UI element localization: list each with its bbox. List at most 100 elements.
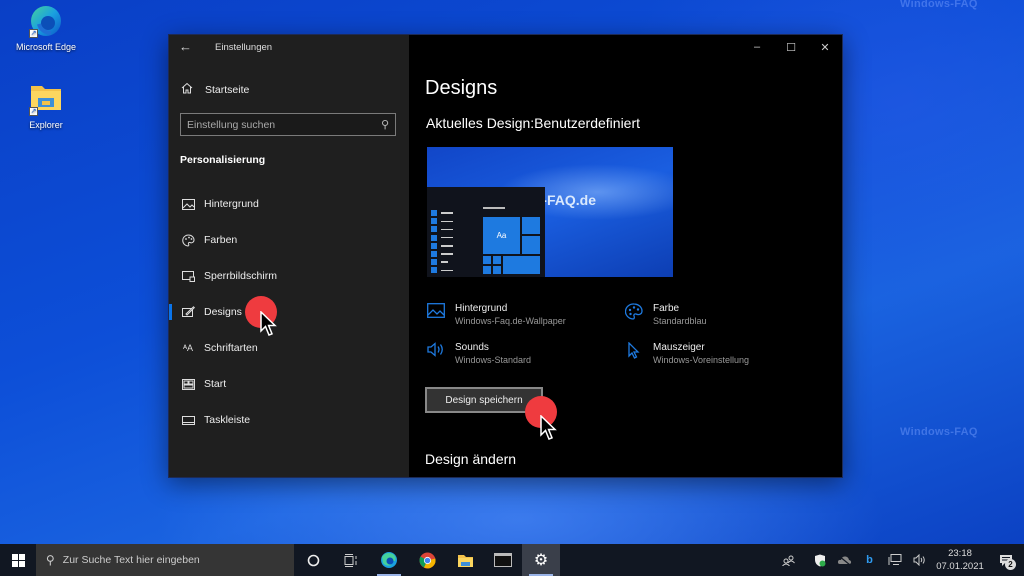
speaker-icon xyxy=(427,342,447,365)
sidebar-item-designs[interactable]: Designs xyxy=(169,294,409,330)
app-title: Einstellungen xyxy=(215,42,273,53)
sidebar-item-home[interactable]: Startseite xyxy=(181,82,249,97)
mouse-cursor-icon xyxy=(260,311,277,336)
start-icon xyxy=(181,378,195,390)
taskbar-app-settings[interactable]: ⚙ xyxy=(522,544,560,576)
preview-tile-large: Aa xyxy=(483,217,520,254)
sidebar: ← Einstellungen Startseite Einstellung s… xyxy=(169,35,409,477)
preview-tile xyxy=(493,256,501,264)
search-icon: ⚲ xyxy=(46,553,55,567)
task-view-button[interactable] xyxy=(332,544,370,576)
sidebar-item-schriftarten[interactable]: ᴬA Schriftarten xyxy=(169,330,409,366)
cortana-icon xyxy=(307,554,319,566)
taskbar-app-terminal[interactable] xyxy=(484,544,522,576)
taskbar-app-chrome[interactable] xyxy=(408,544,446,576)
watermark: Windows-FAQ xyxy=(900,426,978,438)
change-design-heading: Design ändern xyxy=(425,451,517,467)
onedrive-icon[interactable] xyxy=(832,555,857,565)
close-button[interactable]: ✕ xyxy=(808,35,842,59)
taskbar-app-explorer[interactable] xyxy=(446,544,484,576)
maximize-button[interactable]: ☐ xyxy=(774,35,808,59)
preview-tile xyxy=(493,266,501,274)
taskbar-icon xyxy=(181,414,195,426)
property-title: Sounds xyxy=(455,342,489,353)
terminal-icon xyxy=(494,553,512,567)
section-heading: Personalisierung xyxy=(180,154,266,166)
people-icon[interactable] xyxy=(776,555,801,566)
theme-preview: Windows-FAQ.de Aa xyxy=(427,147,673,277)
sidebar-item-label: Start xyxy=(204,378,227,390)
sidebar-item-label: Farben xyxy=(204,234,238,246)
property-farbe[interactable]: Farbe Standardblau xyxy=(624,303,707,326)
taskbar: ⚲ Zur Suche Text hier eingeben ⚙ b 23:18… xyxy=(0,544,1024,576)
property-mauszeiger[interactable]: Mauszeiger Windows-Voreinstellung xyxy=(625,341,750,365)
preview-tile xyxy=(522,236,540,254)
title-bar[interactable]: ← Einstellungen xyxy=(169,35,409,59)
desktop-icon-edge[interactable]: ↗ Microsoft Edge xyxy=(10,4,82,52)
edge-icon xyxy=(381,552,397,568)
sidebar-item-farben[interactable]: Farben xyxy=(169,222,409,258)
sidebar-item-label: Taskleiste xyxy=(204,414,251,426)
mouse-cursor-icon xyxy=(540,415,557,440)
minimize-button[interactable]: – xyxy=(740,35,774,59)
task-view-icon xyxy=(344,553,357,567)
image-icon xyxy=(181,198,195,210)
system-tray: b 23:18 07.01.2021 2 xyxy=(776,544,1024,576)
sidebar-item-label: Sperrbildschirm xyxy=(204,270,277,282)
folder-icon: ↗ xyxy=(29,82,63,116)
settings-window: ← Einstellungen Startseite Einstellung s… xyxy=(168,34,843,478)
desktop-icon-label: Microsoft Edge xyxy=(15,42,77,52)
property-value: Windows-Standard xyxy=(455,355,532,365)
search-placeholder: Einstellung suchen xyxy=(187,118,276,131)
preview-tiles-header xyxy=(483,207,505,209)
property-hintergrund[interactable]: Hintergrund Windows-Faq.de-Wallpaper xyxy=(427,303,566,326)
taskbar-search-input[interactable]: ⚲ Zur Suche Text hier eingeben xyxy=(36,544,294,576)
sidebar-nav: Hintergrund Farben Sperrbildschirm Desig… xyxy=(169,186,409,438)
preview-start-menu: Aa xyxy=(427,187,545,277)
sidebar-item-sperrbildschirm[interactable]: Sperrbildschirm xyxy=(169,258,409,294)
image-icon xyxy=(427,303,447,326)
property-title: Farbe xyxy=(653,303,680,314)
search-icon: ⚲ xyxy=(380,119,389,131)
brush-icon xyxy=(181,306,195,318)
volume-icon[interactable] xyxy=(907,554,932,566)
cortana-button[interactable] xyxy=(294,544,332,576)
desktop-icon-explorer[interactable]: ↗ Explorer xyxy=(10,82,82,130)
taskbar-app-edge[interactable] xyxy=(370,544,408,576)
property-title: Mauszeiger xyxy=(653,342,705,353)
chrome-icon xyxy=(419,552,436,568)
preview-tile xyxy=(483,266,491,274)
preview-tile xyxy=(483,256,491,264)
folder-icon xyxy=(457,554,473,567)
property-sounds[interactable]: Sounds Windows-Standard xyxy=(427,342,531,365)
action-center-button[interactable]: 2 xyxy=(988,544,1024,576)
sidebar-item-label: Schriftarten xyxy=(204,342,258,354)
window-controls: – ☐ ✕ xyxy=(740,35,842,59)
preview-app-list xyxy=(431,209,453,275)
preview-tile xyxy=(503,256,540,274)
sidebar-item-hintergrund[interactable]: Hintergrund xyxy=(169,186,409,222)
clock-date: 07.01.2021 xyxy=(936,561,984,572)
start-button[interactable] xyxy=(0,544,36,576)
settings-search-input[interactable]: Einstellung suchen ⚲ xyxy=(180,113,396,136)
property-value: Standardblau xyxy=(653,316,707,326)
clock[interactable]: 23:18 07.01.2021 xyxy=(932,547,988,573)
current-design-label: Aktuelles Design: xyxy=(426,115,535,131)
sidebar-item-start[interactable]: Start xyxy=(169,366,409,402)
preview-tile xyxy=(522,217,540,234)
home-icon xyxy=(181,82,195,97)
property-title: Hintergrund xyxy=(455,303,508,314)
back-button[interactable]: ← xyxy=(179,39,192,54)
fonts-icon: ᴬA xyxy=(182,343,194,353)
search-placeholder: Zur Suche Text hier eingeben xyxy=(62,554,200,566)
palette-icon xyxy=(181,233,195,247)
gear-icon: ⚙ xyxy=(533,552,549,569)
bing-icon[interactable]: b xyxy=(857,554,882,566)
sidebar-item-taskleiste[interactable]: Taskleiste xyxy=(169,402,409,438)
lockscreen-icon xyxy=(181,270,195,282)
cursor-icon xyxy=(625,341,645,365)
network-icon[interactable] xyxy=(882,554,907,566)
property-value: Windows-Voreinstellung xyxy=(653,355,750,365)
defender-shield-icon[interactable] xyxy=(807,554,832,567)
watermark: Windows-FAQ xyxy=(900,0,978,10)
